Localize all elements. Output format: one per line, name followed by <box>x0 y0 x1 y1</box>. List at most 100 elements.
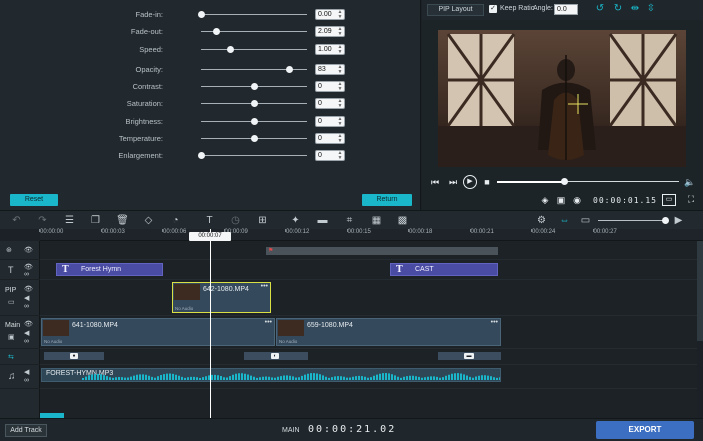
spinner-icon[interactable]: ▲ ▼ <box>337 82 343 92</box>
property-value-input[interactable]: 0 ▲ ▼ <box>315 98 345 109</box>
seek-bar-handle[interactable] <box>561 178 569 185</box>
property-value-input[interactable]: 0 ▲ ▼ <box>315 81 345 92</box>
flip-horizontal-icon[interactable]: ⇹ <box>629 3 641 15</box>
audio-icon[interactable]: ◀ <box>24 368 29 376</box>
tag-icon[interactable]: ◇ <box>142 214 155 227</box>
pip-layout-tab[interactable]: PIP Layout <box>427 4 484 16</box>
spinner-icon[interactable]: ▲ ▼ <box>337 65 343 75</box>
visibility-eye-icon[interactable]: 👁 <box>24 320 33 328</box>
link-icon[interactable]: ∞ <box>24 303 29 310</box>
crop-icon[interactable]: ⌗ <box>343 214 356 227</box>
audio-icon[interactable]: ◀ <box>24 329 29 337</box>
property-slider[interactable] <box>201 155 307 156</box>
title-clip[interactable]: T Forest Hymn <box>56 263 163 276</box>
property-value-input[interactable]: 83 ▲ ▼ <box>315 64 345 75</box>
property-value-input[interactable]: 2.09 ▲ ▼ <box>315 26 345 37</box>
audio-clip[interactable]: FOREST-HYMN.MP3 <box>41 368 501 382</box>
caption-icon[interactable]: ▬ <box>316 214 329 227</box>
filmstrip-icon[interactable]: ⊞ <box>256 214 269 227</box>
spinner-icon[interactable]: ▲ ▼ <box>337 117 343 127</box>
zoom-out-icon[interactable]: ▭ <box>579 214 592 227</box>
clip-menu-icon[interactable]: ••• <box>491 319 498 326</box>
property-slider-handle[interactable] <box>251 135 258 142</box>
fullscreen-icon[interactable]: ⛶ <box>685 194 697 204</box>
link-icon[interactable]: ∞ <box>24 271 29 278</box>
spinner-icon[interactable]: ▲ ▼ <box>337 151 343 161</box>
return-button[interactable]: Return <box>362 194 412 206</box>
title-clip[interactable]: T CAST <box>390 263 498 276</box>
main-video-clip[interactable]: 659-1080.MP4 ••• No Audio <box>276 318 501 346</box>
property-slider-handle[interactable] <box>251 83 258 90</box>
stop-icon[interactable]: ■ <box>482 177 492 187</box>
reset-button[interactable]: Reset <box>10 194 58 206</box>
main-video-clip[interactable]: 641-1080.MP4 ••• No Audio <box>41 318 275 346</box>
link-icon[interactable]: ∞ <box>24 338 29 345</box>
prev-frame-icon[interactable]: ⏮ <box>430 177 440 187</box>
visibility-eye-icon[interactable]: 👁 <box>24 263 33 271</box>
property-slider-handle[interactable] <box>198 152 205 159</box>
grid-icon[interactable]: ▩ <box>396 214 409 227</box>
flip-vertical-icon[interactable]: ⇳ <box>645 3 657 15</box>
link-icon[interactable]: ∞ <box>24 377 29 384</box>
property-slider-handle[interactable] <box>212 28 220 35</box>
spinner-icon[interactable]: ▲ ▼ <box>337 99 343 109</box>
clip-menu-icon[interactable]: ••• <box>261 283 268 290</box>
aspect-ratio-icon[interactable]: ▭ <box>662 194 676 206</box>
property-value-input[interactable]: 0.00 ▲ ▼ <box>315 9 345 20</box>
spinner-icon[interactable]: ▲ ▼ <box>337 10 343 20</box>
video-preview[interactable] <box>438 30 686 167</box>
rotate-right-icon[interactable]: ↻ <box>612 3 624 15</box>
speed-icon[interactable]: ◔ <box>169 214 182 227</box>
angle-input[interactable]: 0.0 <box>554 4 578 15</box>
zoom-slider[interactable] <box>598 220 666 221</box>
mosaic-icon[interactable]: ▦ <box>370 214 383 227</box>
delete-icon[interactable]: 🗑 <box>116 214 129 227</box>
property-value-input[interactable]: 0 ▲ ▼ <box>315 133 345 144</box>
visibility-eye-icon[interactable]: 👁 <box>24 246 33 254</box>
transition-clip[interactable]: ◐ <box>244 352 308 360</box>
transition-clip[interactable]: ▬ <box>438 352 501 360</box>
clip-menu-icon[interactable]: ••• <box>265 319 272 326</box>
timeline-ruler[interactable]: 00:00:00 00:00:03 00:00:06 00:00:09 00:00:12… <box>38 229 703 241</box>
property-slider[interactable] <box>201 49 307 50</box>
spinner-icon[interactable]: ▲ ▼ <box>337 45 343 55</box>
property-value-input[interactable]: 0 ▲ ▼ <box>315 116 345 127</box>
spinner-icon[interactable]: ▲ ▼ <box>337 27 343 37</box>
rotate-left-icon[interactable]: ↺ <box>594 3 606 15</box>
timeline-area[interactable]: ⚑ T Forest Hymn T CAST 642-1080.MP4 ••• … <box>40 241 697 418</box>
property-slider-handle[interactable] <box>251 118 258 125</box>
zoom-in-icon[interactable]: ▶ <box>672 214 685 227</box>
redo-icon[interactable]: ↷ <box>36 214 49 227</box>
keep-ratio-checkbox[interactable]: ✓ <box>489 5 497 13</box>
timer-icon[interactable]: ◷ <box>229 214 242 227</box>
paint-bucket-icon[interactable]: ◈ <box>539 195 551 205</box>
property-value-input[interactable]: 0 ▲ ▼ <box>315 150 345 161</box>
text-icon[interactable]: T <box>203 214 216 227</box>
next-frame-icon[interactable]: ⏭ <box>448 177 458 187</box>
add-track-button[interactable]: Add Track <box>5 424 47 437</box>
property-slider-handle[interactable] <box>198 11 205 18</box>
motion-icon[interactable]: ✦ <box>289 214 302 227</box>
property-slider[interactable] <box>201 14 307 15</box>
audio-icon[interactable]: ◀ <box>24 294 29 302</box>
property-slider-handle[interactable] <box>285 66 293 73</box>
settings-icon[interactable]: ⚙ <box>535 214 548 227</box>
transition-clip[interactable]: ● <box>44 352 104 360</box>
copy-icon[interactable]: ❐ <box>89 214 102 227</box>
fit-timeline-icon[interactable]: ⇔ <box>558 214 571 227</box>
zoom-slider-handle[interactable] <box>662 217 669 224</box>
property-value-input[interactable]: 1.00 ▲ ▼ <box>315 44 345 55</box>
crop-frame-icon[interactable]: ▣ <box>555 195 567 205</box>
snapshot-camera-icon[interactable]: ◉ <box>571 195 583 205</box>
playhead[interactable] <box>210 229 211 418</box>
effect-clip[interactable]: ⚑ <box>266 247 498 255</box>
spinner-icon[interactable]: ▲ ▼ <box>337 134 343 144</box>
undo-icon[interactable]: ↶ <box>10 214 23 227</box>
visibility-eye-icon[interactable]: 👁 <box>24 285 33 293</box>
adjust-icon[interactable]: ☰ <box>63 214 76 227</box>
property-slider-handle[interactable] <box>251 100 258 107</box>
pip-video-clip[interactable]: 642-1080.MP4 ••• No Audio <box>172 282 271 313</box>
volume-icon[interactable]: 🔈 <box>684 177 696 187</box>
play-icon[interactable]: ▶ <box>463 175 477 189</box>
vertical-scrollbar[interactable] <box>697 241 703 341</box>
